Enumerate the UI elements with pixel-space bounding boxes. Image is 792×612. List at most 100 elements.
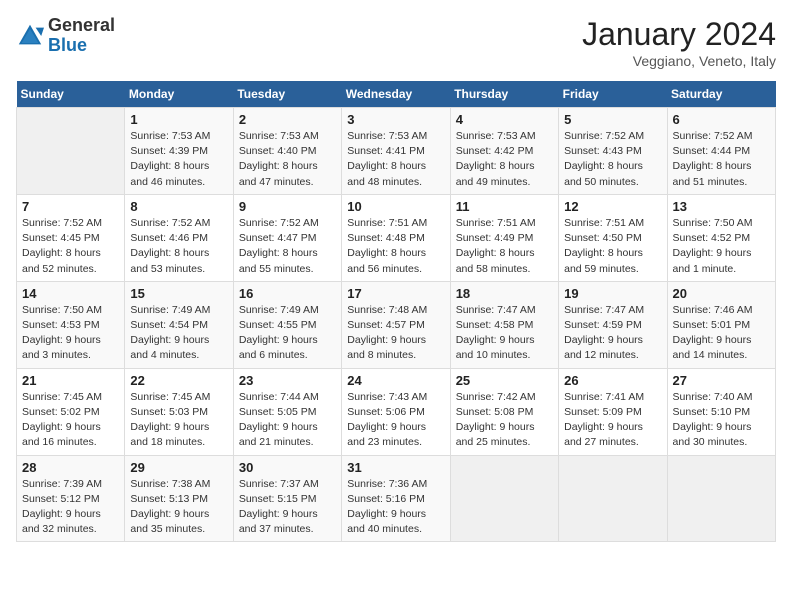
day-info: Sunrise: 7:41 AM Sunset: 5:09 PM Dayligh… bbox=[564, 390, 661, 451]
day-number: 10 bbox=[347, 199, 444, 214]
day-number: 24 bbox=[347, 373, 444, 388]
weekday-header-friday: Friday bbox=[559, 81, 667, 108]
day-info: Sunrise: 7:53 AM Sunset: 4:40 PM Dayligh… bbox=[239, 129, 336, 190]
day-info: Sunrise: 7:44 AM Sunset: 5:05 PM Dayligh… bbox=[239, 390, 336, 451]
logo-blue-text: Blue bbox=[48, 35, 87, 55]
day-info: Sunrise: 7:52 AM Sunset: 4:44 PM Dayligh… bbox=[673, 129, 770, 190]
calendar-cell: 28Sunrise: 7:39 AM Sunset: 5:12 PM Dayli… bbox=[17, 455, 125, 542]
logo-icon bbox=[16, 22, 44, 50]
calendar-cell: 5 Sunrise: 7:52 AM Sunset: 4:43 PM Daylig… bbox=[559, 108, 667, 195]
calendar-cell bbox=[667, 455, 775, 542]
day-number: 31 bbox=[347, 460, 444, 475]
day-info: Sunrise: 7:49 AM Sunset: 4:54 PM Dayligh… bbox=[130, 303, 227, 364]
day-info: Sunrise: 7:37 AM Sunset: 5:15 PM Dayligh… bbox=[239, 477, 336, 538]
day-number: 23 bbox=[239, 373, 336, 388]
calendar-cell: 18 Sunrise: 7:47 AM Sunset: 4:58 PM Dayli… bbox=[450, 281, 558, 368]
day-number: 29 bbox=[130, 460, 227, 475]
calendar-cell: 7 Sunrise: 7:52 AM Sunset: 4:45 PM Daylig… bbox=[17, 194, 125, 281]
day-number: 4 bbox=[456, 112, 553, 127]
day-number: 21 bbox=[22, 373, 119, 388]
calendar-week-1: 7 Sunrise: 7:52 AM Sunset: 4:45 PM Daylig… bbox=[17, 194, 776, 281]
calendar-cell: 2 Sunrise: 7:53 AM Sunset: 4:40 PM Daylig… bbox=[233, 108, 341, 195]
logo-general-text: General bbox=[48, 15, 115, 35]
calendar-cell: 15 Sunrise: 7:49 AM Sunset: 4:54 PM Dayli… bbox=[125, 281, 233, 368]
day-info: Sunrise: 7:53 AM Sunset: 4:42 PM Dayligh… bbox=[456, 129, 553, 190]
calendar-week-0: 1 Sunrise: 7:53 AM Sunset: 4:39 PM Daylig… bbox=[17, 108, 776, 195]
calendar-cell: 9 Sunrise: 7:52 AM Sunset: 4:47 PM Daylig… bbox=[233, 194, 341, 281]
day-info: Sunrise: 7:53 AM Sunset: 4:41 PM Dayligh… bbox=[347, 129, 444, 190]
location-subtitle: Veggiano, Veneto, Italy bbox=[582, 53, 776, 69]
day-number: 14 bbox=[22, 286, 119, 301]
day-info: Sunrise: 7:43 AM Sunset: 5:06 PM Dayligh… bbox=[347, 390, 444, 451]
day-info: Sunrise: 7:52 AM Sunset: 4:43 PM Dayligh… bbox=[564, 129, 661, 190]
day-info: Sunrise: 7:50 AM Sunset: 4:53 PM Dayligh… bbox=[22, 303, 119, 364]
day-number: 27 bbox=[673, 373, 770, 388]
day-info: Sunrise: 7:51 AM Sunset: 4:50 PM Dayligh… bbox=[564, 216, 661, 277]
day-number: 12 bbox=[564, 199, 661, 214]
day-number: 28 bbox=[22, 460, 119, 475]
day-info: Sunrise: 7:49 AM Sunset: 4:55 PM Dayligh… bbox=[239, 303, 336, 364]
calendar-cell: 13 Sunrise: 7:50 AM Sunset: 4:52 PM Dayli… bbox=[667, 194, 775, 281]
day-number: 19 bbox=[564, 286, 661, 301]
calendar-cell: 29Sunrise: 7:38 AM Sunset: 5:13 PM Dayli… bbox=[125, 455, 233, 542]
day-number: 16 bbox=[239, 286, 336, 301]
day-info: Sunrise: 7:51 AM Sunset: 4:49 PM Dayligh… bbox=[456, 216, 553, 277]
calendar-week-4: 28Sunrise: 7:39 AM Sunset: 5:12 PM Dayli… bbox=[17, 455, 776, 542]
calendar-cell: 23 Sunrise: 7:44 AM Sunset: 5:05 PM Dayli… bbox=[233, 368, 341, 455]
day-number: 11 bbox=[456, 199, 553, 214]
calendar-cell: 22 Sunrise: 7:45 AM Sunset: 5:03 PM Dayli… bbox=[125, 368, 233, 455]
day-number: 8 bbox=[130, 199, 227, 214]
day-number: 15 bbox=[130, 286, 227, 301]
calendar-cell: 11 Sunrise: 7:51 AM Sunset: 4:49 PM Dayli… bbox=[450, 194, 558, 281]
day-number: 1 bbox=[130, 112, 227, 127]
calendar-cell: 26 Sunrise: 7:41 AM Sunset: 5:09 PM Dayli… bbox=[559, 368, 667, 455]
day-number: 5 bbox=[564, 112, 661, 127]
day-info: Sunrise: 7:47 AM Sunset: 4:58 PM Dayligh… bbox=[456, 303, 553, 364]
calendar-header: SundayMondayTuesdayWednesdayThursdayFrid… bbox=[17, 81, 776, 108]
calendar-cell bbox=[450, 455, 558, 542]
day-number: 22 bbox=[130, 373, 227, 388]
day-number: 3 bbox=[347, 112, 444, 127]
day-info: Sunrise: 7:53 AM Sunset: 4:39 PM Dayligh… bbox=[130, 129, 227, 190]
day-number: 20 bbox=[673, 286, 770, 301]
day-number: 13 bbox=[673, 199, 770, 214]
day-number: 6 bbox=[673, 112, 770, 127]
calendar-cell: 25Sunrise: 7:42 AM Sunset: 5:08 PM Dayli… bbox=[450, 368, 558, 455]
weekday-header-tuesday: Tuesday bbox=[233, 81, 341, 108]
day-number: 25 bbox=[456, 373, 553, 388]
day-info: Sunrise: 7:52 AM Sunset: 4:47 PM Dayligh… bbox=[239, 216, 336, 277]
calendar-cell: 4 Sunrise: 7:53 AM Sunset: 4:42 PM Daylig… bbox=[450, 108, 558, 195]
day-info: Sunrise: 7:51 AM Sunset: 4:48 PM Dayligh… bbox=[347, 216, 444, 277]
day-info: Sunrise: 7:47 AM Sunset: 4:59 PM Dayligh… bbox=[564, 303, 661, 364]
calendar-cell bbox=[559, 455, 667, 542]
calendar-cell: 24 Sunrise: 7:43 AM Sunset: 5:06 PM Dayli… bbox=[342, 368, 450, 455]
calendar-cell: 30 Sunrise: 7:37 AM Sunset: 5:15 PM Dayli… bbox=[233, 455, 341, 542]
calendar-cell: 1 Sunrise: 7:53 AM Sunset: 4:39 PM Daylig… bbox=[125, 108, 233, 195]
calendar-cell: 12 Sunrise: 7:51 AM Sunset: 4:50 PM Dayli… bbox=[559, 194, 667, 281]
calendar-cell: 20 Sunrise: 7:46 AM Sunset: 5:01 PM Dayli… bbox=[667, 281, 775, 368]
weekday-header-sunday: Sunday bbox=[17, 81, 125, 108]
calendar-cell bbox=[17, 108, 125, 195]
day-number: 2 bbox=[239, 112, 336, 127]
header: General Blue January 2024 Veggiano, Vene… bbox=[16, 16, 776, 69]
calendar-body: 1 Sunrise: 7:53 AM Sunset: 4:39 PM Daylig… bbox=[17, 108, 776, 542]
title-block: January 2024 Veggiano, Veneto, Italy bbox=[582, 16, 776, 69]
day-info: Sunrise: 7:46 AM Sunset: 5:01 PM Dayligh… bbox=[673, 303, 770, 364]
calendar-cell: 3 Sunrise: 7:53 AM Sunset: 4:41 PM Daylig… bbox=[342, 108, 450, 195]
day-number: 18 bbox=[456, 286, 553, 301]
weekday-header-thursday: Thursday bbox=[450, 81, 558, 108]
day-info: Sunrise: 7:50 AM Sunset: 4:52 PM Dayligh… bbox=[673, 216, 770, 277]
calendar-cell: 27 Sunrise: 7:40 AM Sunset: 5:10 PM Dayli… bbox=[667, 368, 775, 455]
calendar-cell: 10 Sunrise: 7:51 AM Sunset: 4:48 PM Dayli… bbox=[342, 194, 450, 281]
day-info: Sunrise: 7:52 AM Sunset: 4:45 PM Dayligh… bbox=[22, 216, 119, 277]
day-number: 26 bbox=[564, 373, 661, 388]
day-info: Sunrise: 7:45 AM Sunset: 5:03 PM Dayligh… bbox=[130, 390, 227, 451]
day-info: Sunrise: 7:45 AM Sunset: 5:02 PM Dayligh… bbox=[22, 390, 119, 451]
day-number: 17 bbox=[347, 286, 444, 301]
day-number: 7 bbox=[22, 199, 119, 214]
day-info: Sunrise: 7:40 AM Sunset: 5:10 PM Dayligh… bbox=[673, 390, 770, 451]
day-number: 30 bbox=[239, 460, 336, 475]
calendar-cell: 19 Sunrise: 7:47 AM Sunset: 4:59 PM Dayli… bbox=[559, 281, 667, 368]
day-number: 9 bbox=[239, 199, 336, 214]
calendar-week-3: 21 Sunrise: 7:45 AM Sunset: 5:02 PM Dayli… bbox=[17, 368, 776, 455]
